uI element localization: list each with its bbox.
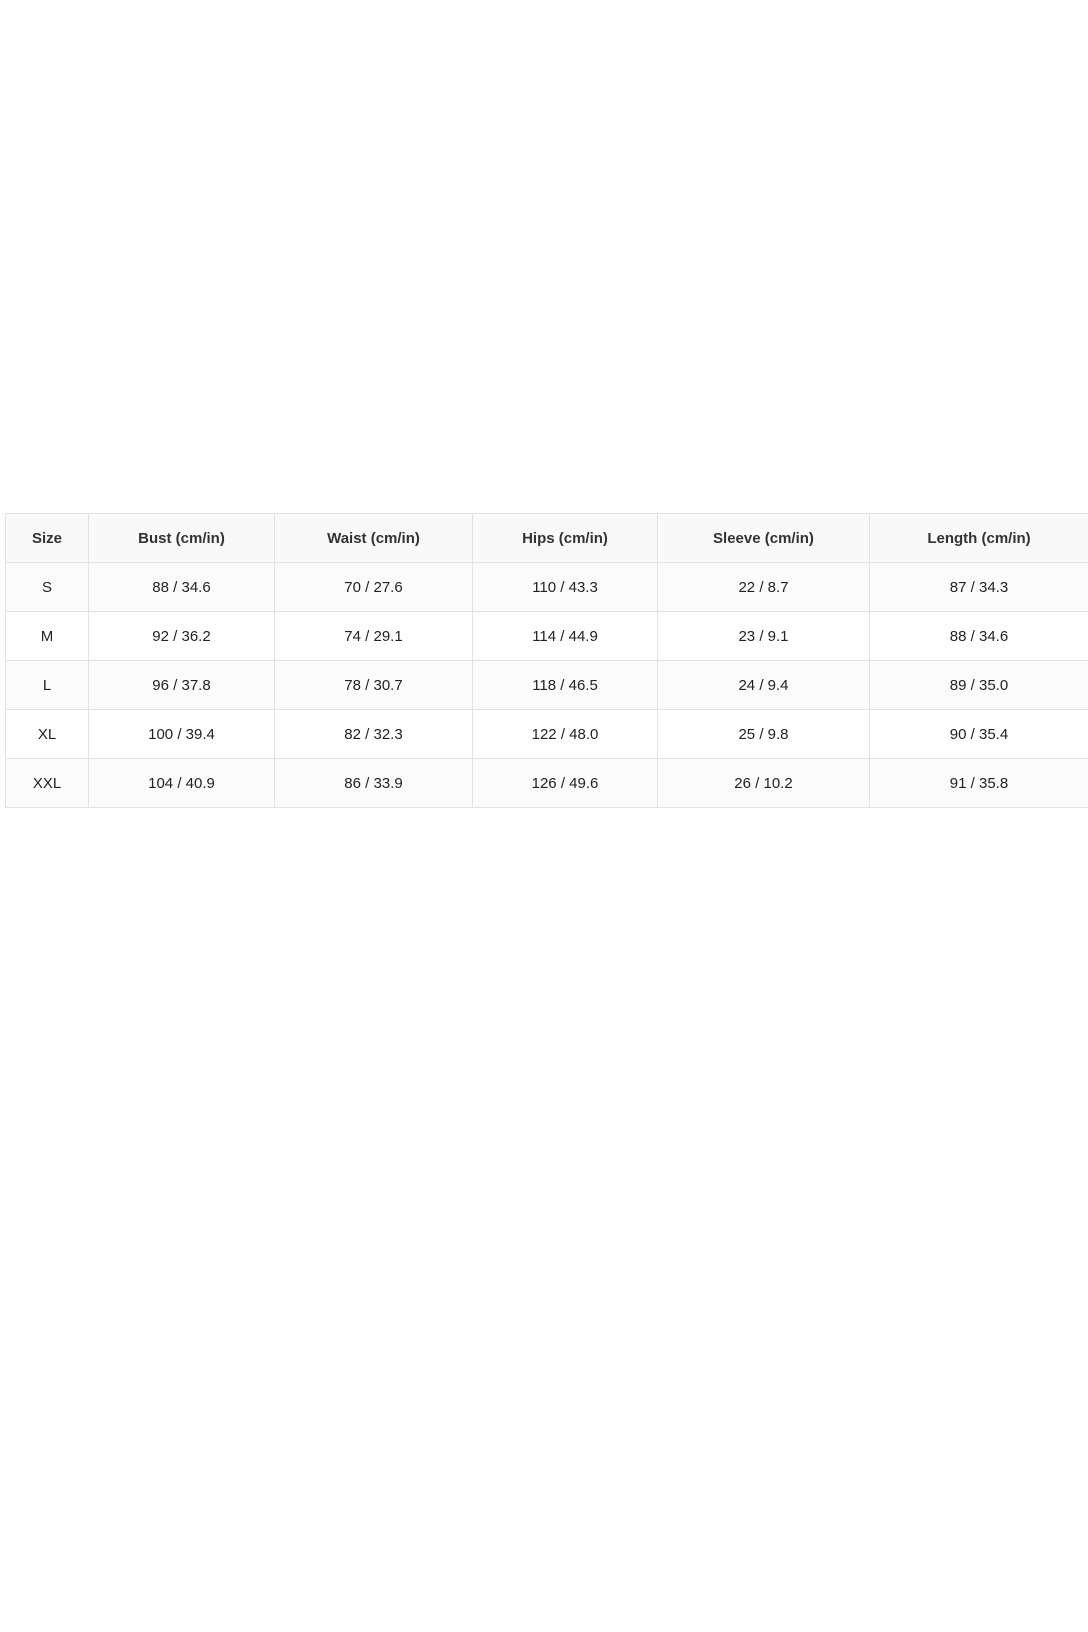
cell-hips: 122 / 48.0: [472, 709, 658, 759]
table-row: XXL 104 / 40.9 86 / 33.9 126 / 49.6 26 /…: [5, 758, 1088, 808]
cell-length: 90 / 35.4: [869, 709, 1088, 759]
table-row: XL 100 / 39.4 82 / 32.3 122 / 48.0 25 / …: [5, 709, 1088, 759]
table-row: S 88 / 34.6 70 / 27.6 110 / 43.3 22 / 8.…: [5, 562, 1088, 612]
header-waist: Waist (cm/in): [274, 513, 473, 563]
cell-bust: 100 / 39.4: [88, 709, 275, 759]
cell-sleeve: 24 / 9.4: [657, 660, 870, 710]
cell-size: M: [5, 611, 89, 661]
cell-waist: 82 / 32.3: [274, 709, 473, 759]
header-hips: Hips (cm/in): [472, 513, 658, 563]
cell-size: S: [5, 562, 89, 612]
cell-size: L: [5, 660, 89, 710]
table-row: L 96 / 37.8 78 / 30.7 118 / 46.5 24 / 9.…: [5, 660, 1088, 710]
cell-hips: 126 / 49.6: [472, 758, 658, 808]
cell-size: XXL: [5, 758, 89, 808]
cell-waist: 78 / 30.7: [274, 660, 473, 710]
cell-hips: 114 / 44.9: [472, 611, 658, 661]
header-sleeve: Sleeve (cm/in): [657, 513, 870, 563]
cell-length: 89 / 35.0: [869, 660, 1088, 710]
cell-waist: 74 / 29.1: [274, 611, 473, 661]
cell-waist: 86 / 33.9: [274, 758, 473, 808]
header-length: Length (cm/in): [869, 513, 1088, 563]
cell-size: XL: [5, 709, 89, 759]
cell-length: 87 / 34.3: [869, 562, 1088, 612]
cell-hips: 118 / 46.5: [472, 660, 658, 710]
size-table: Size Bust (cm/in) Waist (cm/in) Hips (cm…: [5, 513, 1088, 808]
cell-length: 88 / 34.6: [869, 611, 1088, 661]
cell-sleeve: 26 / 10.2: [657, 758, 870, 808]
header-bust: Bust (cm/in): [88, 513, 275, 563]
cell-sleeve: 25 / 9.8: [657, 709, 870, 759]
size-chart: Size Bust (cm/in) Waist (cm/in) Hips (cm…: [5, 513, 1088, 808]
header-size: Size: [5, 513, 89, 563]
cell-bust: 92 / 36.2: [88, 611, 275, 661]
table-row: M 92 / 36.2 74 / 29.1 114 / 44.9 23 / 9.…: [5, 611, 1088, 661]
table-header-row: Size Bust (cm/in) Waist (cm/in) Hips (cm…: [5, 513, 1088, 563]
cell-bust: 96 / 37.8: [88, 660, 275, 710]
cell-length: 91 / 35.8: [869, 758, 1088, 808]
cell-bust: 104 / 40.9: [88, 758, 275, 808]
cell-sleeve: 23 / 9.1: [657, 611, 870, 661]
cell-sleeve: 22 / 8.7: [657, 562, 870, 612]
cell-hips: 110 / 43.3: [472, 562, 658, 612]
cell-bust: 88 / 34.6: [88, 562, 275, 612]
cell-waist: 70 / 27.6: [274, 562, 473, 612]
